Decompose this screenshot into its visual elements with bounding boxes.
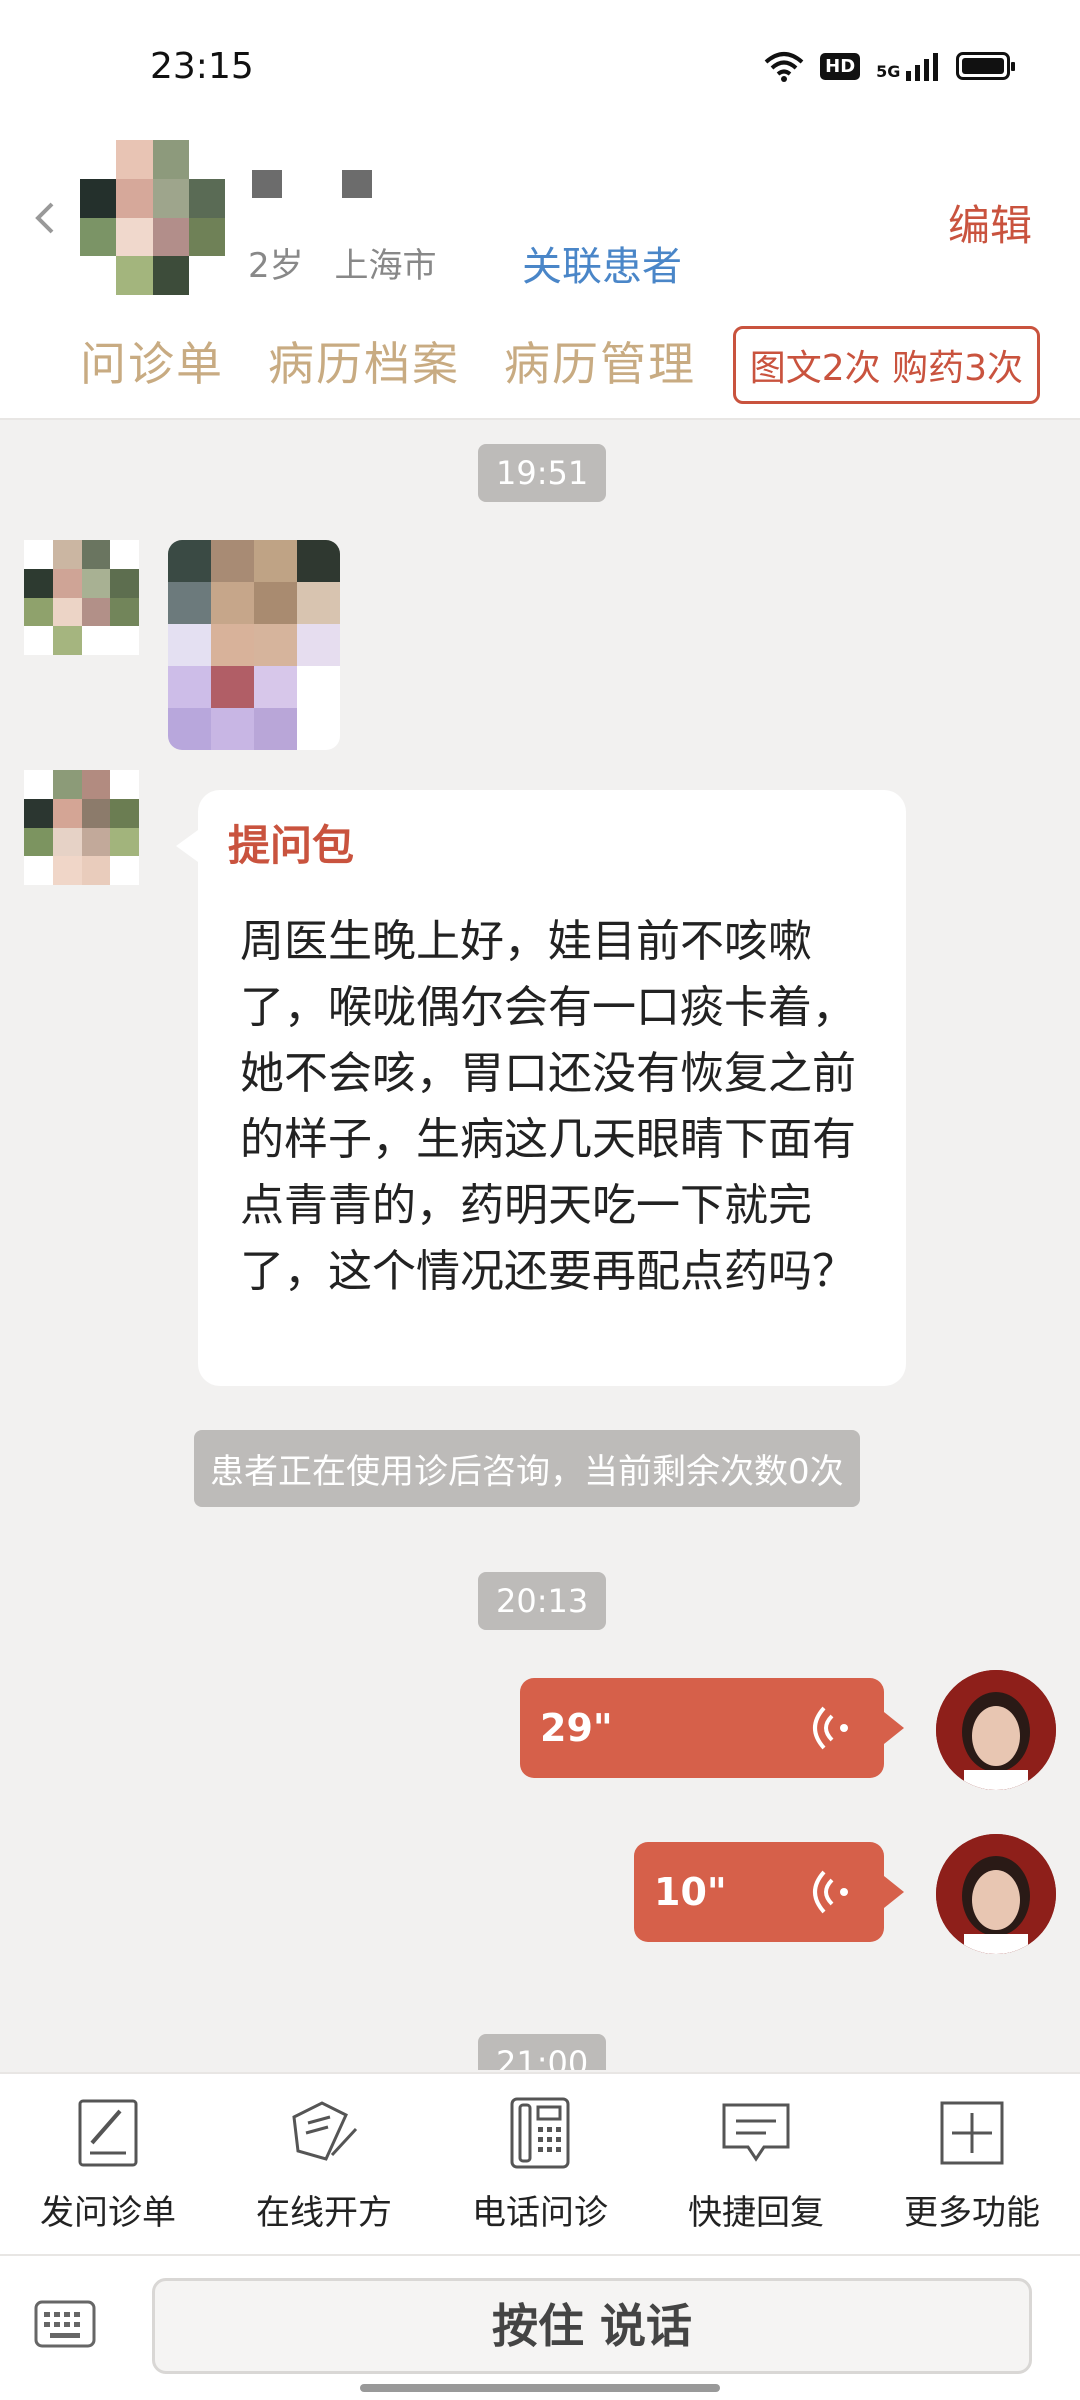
tool-label: 在线开方 [256, 2192, 392, 2233]
patient-name-redacted [252, 170, 372, 198]
question-title: 提问包 [228, 821, 355, 870]
edit-button[interactable]: 编辑 [948, 192, 1032, 253]
prescription-icon [292, 2100, 358, 2161]
patient-header: 2岁 上海市 关联患者 编辑 问诊单 病历档案 病历管理 图文2次 购药3次 [0, 130, 1080, 420]
usage-tag[interactable]: 图文2次 购药3次 [732, 326, 1040, 404]
system-note: 患者正在使用诊后咨询，当前剩余次数0次 [194, 1430, 860, 1507]
header-tabs: 问诊单 病历档案 病历管理 [80, 328, 696, 394]
question-bubble[interactable]: 提问包 周医生晚上好，娃目前不咳嗽了，喉咙偶尔会有一口痰卡着，她不会咳，胃口还没… [176, 790, 906, 1386]
doctor-avatar[interactable] [936, 1670, 1056, 1790]
battery-icon [956, 52, 1015, 80]
voice-message[interactable]: 29" [520, 1678, 904, 1778]
question-text: 周医生晚上好，娃目前不咳嗽了，喉咙偶尔会有一口痰卡着，她不会咳，胃口还没有恢复之… [240, 916, 856, 1297]
chat-timestamp: 21:00 [478, 2034, 607, 2070]
home-indicator[interactable] [360, 2384, 720, 2392]
status-icons: HD 5G [764, 50, 1015, 82]
voice-duration: 10" [654, 1870, 727, 1914]
more-functions-button[interactable]: 更多功能 [872, 2095, 1072, 2234]
input-row: 按住 说话 [0, 2256, 1080, 2400]
phone-icon [510, 2097, 570, 2168]
patient-avatar[interactable] [80, 140, 225, 295]
phone-consult-button[interactable]: 电话问诊 [440, 2095, 640, 2234]
form-pen-icon [78, 2099, 138, 2166]
link-patient-button[interactable]: 关联患者 [522, 234, 682, 292]
voice-duration: 29" [540, 1706, 613, 1750]
message-icon [722, 2103, 790, 2162]
tool-label: 更多功能 [904, 2192, 1040, 2233]
hd-icon: HD [820, 52, 861, 80]
chat-timestamp: 20:13 [478, 1572, 607, 1630]
status-time: 23:15 [150, 46, 254, 87]
quick-reply-button[interactable]: 快捷回复 [656, 2095, 856, 2234]
patient-avatar-small[interactable] [24, 770, 139, 885]
voice-wave-icon [813, 1870, 848, 1914]
back-arrow-icon[interactable] [30, 198, 60, 238]
tool-label: 电话问诊 [472, 2192, 608, 2233]
voice-wave-icon [813, 1706, 848, 1750]
network-label: 5G [876, 62, 901, 81]
signal-5g-icon: 5G [876, 51, 940, 81]
patient-age: 2岁 [248, 246, 304, 286]
tab-record-management[interactable]: 病历管理 [504, 328, 696, 394]
chat-image[interactable] [168, 540, 340, 750]
patient-city: 上海市 [334, 246, 437, 286]
chat-area[interactable]: 19:51 提问包 周医生晚上好，娃目前不咳嗽了，喉咙偶尔会有一口痰卡着，她不会… [0, 420, 1080, 2070]
wifi-icon [764, 52, 804, 82]
patient-meta: 2岁 上海市 [248, 238, 456, 287]
online-prescription-button[interactable]: 在线开方 [224, 2095, 424, 2234]
doctor-avatar[interactable] [936, 1834, 1056, 1954]
plus-box-icon [940, 2101, 1004, 2164]
tool-label: 快捷回复 [688, 2192, 824, 2233]
keyboard-icon[interactable] [34, 2300, 96, 2348]
tab-medical-records[interactable]: 病历档案 [268, 328, 460, 394]
action-toolbar: 发问诊单 在线开方 电话问诊 快捷回复 更多功能 [0, 2072, 1080, 2256]
status-bar: 23:15 HD 5G [0, 0, 1080, 130]
send-consult-form-button[interactable]: 发问诊单 [8, 2095, 208, 2234]
chat-timestamp: 19:51 [478, 444, 607, 502]
hold-to-talk-button[interactable]: 按住 说话 [152, 2278, 1032, 2374]
tab-consult-form[interactable]: 问诊单 [80, 328, 224, 394]
patient-avatar-small[interactable] [24, 540, 139, 655]
voice-message[interactable]: 10" [634, 1842, 904, 1942]
tool-label: 发问诊单 [40, 2192, 176, 2233]
